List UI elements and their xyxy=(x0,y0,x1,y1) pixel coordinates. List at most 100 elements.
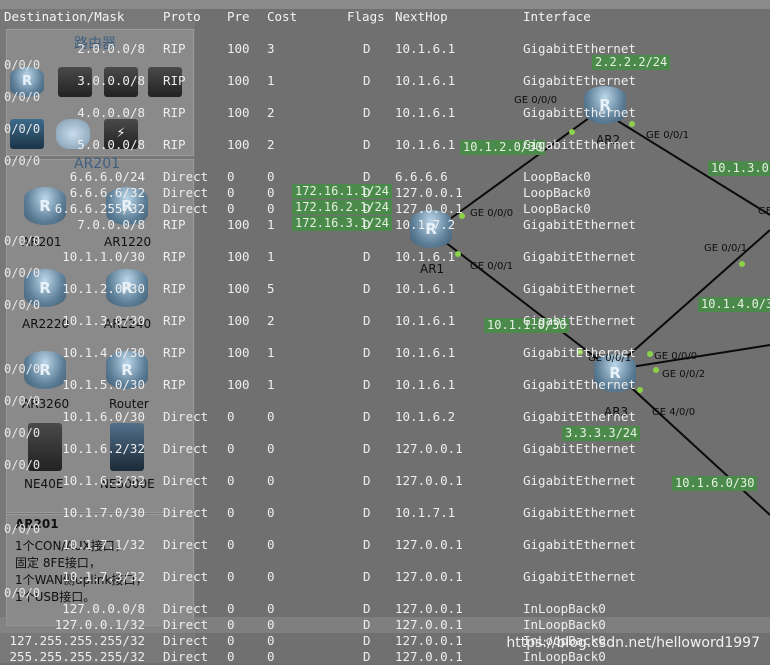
rt-cell-iface: GigabitEthernet xyxy=(523,105,636,120)
rt-cell-flags: D xyxy=(363,377,371,392)
rt-cell-cost: 0 xyxy=(267,505,275,520)
rt-cell-dest: 5.0.0.0/8 xyxy=(77,137,145,152)
rt-cell-nexthop: 127.0.0.1 xyxy=(395,473,463,488)
rt-cell-proto: RIP xyxy=(163,137,186,152)
rt-cell-iface: GigabitEthernet xyxy=(523,505,636,520)
rt-cell-pre: 0 xyxy=(227,201,235,216)
rt-cell-dest: 127.255.255.255/32 xyxy=(9,633,145,648)
rt-cell-proto: Direct xyxy=(163,537,209,552)
rt-cell-dest: 10.1.4.0/30 xyxy=(62,345,145,360)
rt-cell-cost: 0 xyxy=(267,569,275,584)
port-label: GE 0/0/1 xyxy=(646,130,690,141)
rt-cell-iface: GigabitEthernet xyxy=(523,73,636,88)
rt-cell-proto: RIP xyxy=(163,249,186,264)
ip-label: 172.16.2.1/24 xyxy=(292,200,392,215)
rt-cell-iface: GigabitEthernet xyxy=(523,281,636,296)
rt-cell-cost: 0 xyxy=(267,633,275,648)
rt-cell-pre: 0 xyxy=(227,441,235,456)
rt-cell-flags: D xyxy=(363,537,371,552)
port-label: GE 0/0/2 xyxy=(662,369,706,380)
rt-cell-iface: GigabitEthernet xyxy=(523,569,636,584)
rt-cell-pre: 0 xyxy=(227,569,235,584)
rt-cell-cost: 0 xyxy=(267,537,275,552)
rt-cell-dest: 3.0.0.0/8 xyxy=(77,73,145,88)
rt-cell-dest: 10.1.2.0/30 xyxy=(62,281,145,296)
rt-cell-dest: 10.1.3.0/30 xyxy=(62,313,145,328)
rt-cell-cost: 1 xyxy=(267,377,275,392)
rt-cell-flags: D xyxy=(363,185,371,200)
rt-cell-proto: Direct xyxy=(163,505,209,520)
rt-cell-cost: 1 xyxy=(267,73,275,88)
topology-links xyxy=(431,109,770,516)
rt-cell-dest: 10.1.5.0/30 xyxy=(62,377,145,392)
rt-cell-cost: 5 xyxy=(267,281,275,296)
rt-cell-cost: Cost xyxy=(267,9,298,24)
port-label: GE 0/0/1 xyxy=(704,243,748,254)
rt-cell-flags: D xyxy=(363,169,371,184)
rt-cell-dest: 4.0.0.0/8 xyxy=(77,105,145,120)
port-label: GE 0/0/0 xyxy=(654,351,698,362)
rt-cell-dest: 10.1.7.1/32 xyxy=(62,537,145,552)
rt-cell-dest: 127.0.0.1/32 xyxy=(54,617,145,632)
rt-cell-nexthop: 10.1.6.1 xyxy=(395,137,456,152)
rt-cell-pre: 0 xyxy=(227,537,235,552)
rt-cell-pre: 0 xyxy=(227,617,235,632)
rt-cell-cost: 0 xyxy=(267,601,275,616)
rt-cell-nexthop: 10.1.6.1 xyxy=(395,281,456,296)
rt-cell-flags: D xyxy=(363,633,371,648)
rt-cell-cost: 2 xyxy=(267,313,275,328)
rt-cell-flags: D xyxy=(363,313,371,328)
rt-cell-nexthop: 10.1.7.2 xyxy=(395,217,456,232)
rt-cell-pre: 100 xyxy=(227,377,250,392)
rt-cell-pre: 100 xyxy=(227,281,250,296)
rt-cell-cost: 1 xyxy=(267,345,275,360)
rt-cell-nexthop: 10.1.6.1 xyxy=(395,41,456,56)
rt-cell-flags: D xyxy=(363,345,371,360)
port-label: GE 0/0/0 xyxy=(470,208,514,219)
rt-cell-proto: RIP xyxy=(163,217,186,232)
rt-cell-pre: 0 xyxy=(227,473,235,488)
rt-cell-iface: GigabitEthernet xyxy=(523,409,636,424)
watermark: https://blog.csdn.net/helloword1997 xyxy=(506,635,760,651)
rt-cell-dest: 6.6.6.0/24 xyxy=(69,169,145,184)
rt-cell-flags: D xyxy=(363,41,371,56)
rt-cell-iface: LoopBack0 xyxy=(523,169,591,184)
ip-label: 172.16.3.1/24 xyxy=(292,216,392,231)
rt-cell-proto: Direct xyxy=(163,633,209,648)
rt-cell-nexthop: 6.6.6.6 xyxy=(395,169,448,184)
rt-cell-dest: 6.6.6.6/32 xyxy=(69,185,145,200)
rt-cell-dest: 127.0.0.0/8 xyxy=(62,601,145,616)
rt-cell-dest: 10.1.6.3/32 xyxy=(62,473,145,488)
rt-cell-cost: 1 xyxy=(267,217,275,232)
rt-cell-flags: D xyxy=(363,137,371,152)
rt-cell-pre: 0 xyxy=(227,169,235,184)
rt-cell-iface: LoopBack0 xyxy=(523,185,591,200)
rt-cell-flags: Flags xyxy=(347,9,385,24)
rt-cell-nexthop: NextHop xyxy=(395,9,448,24)
rt-cell-pre: 100 xyxy=(227,217,250,232)
rt-cell-cost: 1 xyxy=(267,249,275,264)
rt-cell-nexthop: 10.1.6.1 xyxy=(395,105,456,120)
rt-cell-proto: Direct xyxy=(163,169,209,184)
rt-cell-pre: 0 xyxy=(227,633,235,648)
rt-cell-iface: GigabitEthernet xyxy=(523,537,636,552)
rt-cell-iface: GigabitEthernet xyxy=(523,473,636,488)
rt-cell-dest: 7.0.0.0/8 xyxy=(77,217,145,232)
rt-cell-pre: 0 xyxy=(227,505,235,520)
rt-cell-iface: InLoopBack0 xyxy=(523,601,606,616)
rt-cell-cost: 0 xyxy=(267,169,275,184)
rt-cell-nexthop: 127.0.0.1 xyxy=(395,569,463,584)
rt-cell-proto: Direct xyxy=(163,409,209,424)
rt-cell-pre: 0 xyxy=(227,409,235,424)
rt-cell-proto: RIP xyxy=(163,41,186,56)
rt-cell-nexthop: 10.1.6.1 xyxy=(395,377,456,392)
rt-cell-iface: GigabitEthernet xyxy=(523,345,636,360)
rt-cell-iface: GigabitEthernet xyxy=(523,41,636,56)
rt-cell-flags: D xyxy=(363,281,371,296)
ip-label: 10.1.3.0 xyxy=(708,161,770,176)
rt-cell-dest: 2.0.0.0/8 xyxy=(77,41,145,56)
rt-cell-pre: 0 xyxy=(227,185,235,200)
rt-cell-iface: InLoopBack0 xyxy=(523,617,606,632)
rt-cell-flags: D xyxy=(363,569,371,584)
rt-cell-dest: Destination/Mask xyxy=(4,9,125,24)
